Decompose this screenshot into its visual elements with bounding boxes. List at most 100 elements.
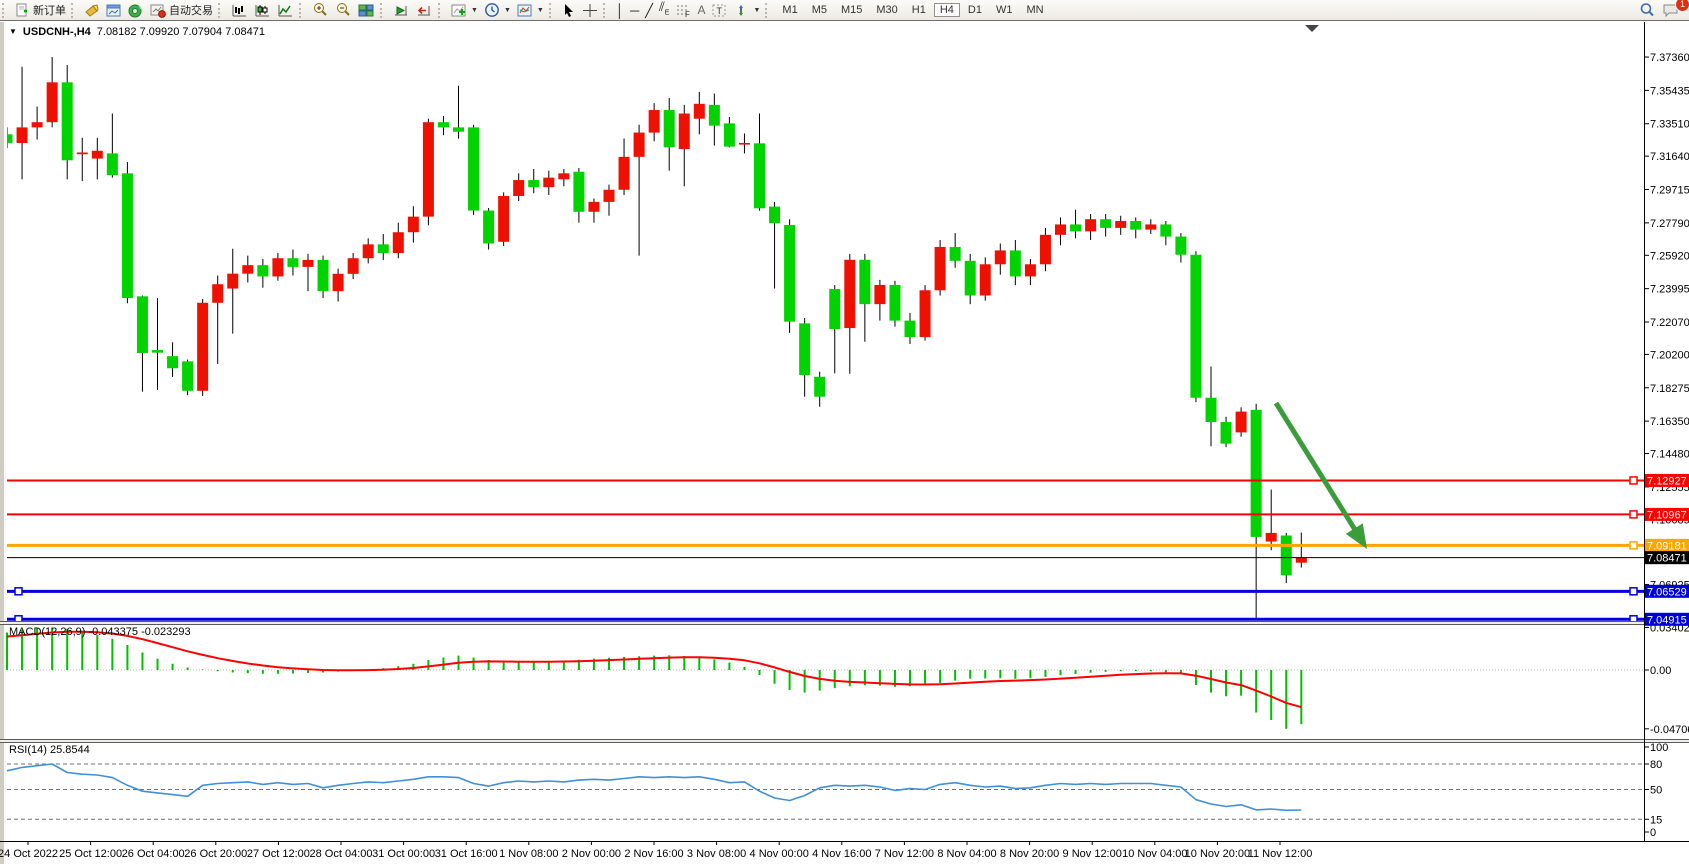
zoom-in-icon <box>312 2 329 18</box>
time-tick-label: 4 Nov 16:00 <box>812 848 871 860</box>
chevron-down-icon: ▼ <box>753 7 760 14</box>
rsi-tick-label: 0 <box>1650 827 1656 839</box>
chevron-down-icon: ▼ <box>504 7 511 14</box>
toolbar-grip[interactable] <box>438 3 445 18</box>
toolbar-grip[interactable] <box>71 3 78 18</box>
candle-body <box>1266 533 1277 542</box>
rsi-tick-label: 100 <box>1650 742 1668 754</box>
auto-scroll-button[interactable] <box>390 1 413 20</box>
cursor-icon <box>562 3 576 18</box>
line-chart-button[interactable] <box>274 1 297 20</box>
zoom-in-button[interactable] <box>309 1 332 20</box>
toolbar-grip[interactable] <box>603 3 610 18</box>
time-tick-label: 2 Nov 16:00 <box>624 848 683 860</box>
bar-chart-button[interactable] <box>228 1 251 20</box>
zoom-out-button[interactable] <box>332 1 355 20</box>
collapse-icon[interactable]: ▼ <box>9 27 17 36</box>
tile-windows-button[interactable] <box>355 1 378 20</box>
horizontal-line-button[interactable]: ─ <box>627 1 642 20</box>
metaeditor-button[interactable] <box>81 1 103 20</box>
line-handle[interactable] <box>1630 511 1637 518</box>
candle-body <box>468 127 479 210</box>
pane-splitter[interactable] <box>0 621 1689 625</box>
candle-body <box>573 172 584 212</box>
candle-body <box>483 211 494 244</box>
macd-indicator-label: MACD(12,26,9) -0.043375 -0.023293 <box>9 626 191 638</box>
tf-d1-button[interactable]: D1 <box>962 3 988 17</box>
horizontal-line-icon: ─ <box>630 4 639 17</box>
line-handle[interactable] <box>15 588 22 595</box>
fibonacci-button[interactable]: F <box>672 1 694 20</box>
time-axis[interactable]: 24 Oct 202225 Oct 12:0026 Oct 04:0026 Oc… <box>0 841 1312 860</box>
candle-body <box>1010 250 1021 276</box>
line-handle[interactable] <box>1630 477 1637 484</box>
hline-7.06529[interactable] <box>7 588 1644 595</box>
tf-m30-button[interactable]: M30 <box>870 3 903 17</box>
shift-marker-icon[interactable] <box>1305 25 1319 32</box>
toolbar-grip[interactable] <box>549 3 556 18</box>
search-button[interactable] <box>1636 1 1659 20</box>
candle-body <box>709 105 720 126</box>
time-tick-label: 26 Oct 20:00 <box>184 848 247 860</box>
candlestick-chart-button[interactable] <box>251 1 274 20</box>
time-tick-label: 25 Oct 12:00 <box>59 848 122 860</box>
candle-body <box>408 217 419 233</box>
equidistant-channel-button[interactable]: ⫽E <box>656 1 672 20</box>
time-tick-label: 28 Oct 04:00 <box>310 848 373 860</box>
pane-splitter[interactable] <box>0 739 1689 743</box>
templates-button[interactable]: ▼ <box>514 1 547 20</box>
candle-body <box>1145 224 1156 229</box>
arrow-annotation[interactable] <box>1276 403 1367 549</box>
cursor-button[interactable] <box>559 1 579 20</box>
candle-body <box>905 321 916 337</box>
crosshair-button[interactable] <box>579 1 601 20</box>
price-axis[interactable]: 7.373607.354357.335107.316407.297157.277… <box>1644 52 1689 839</box>
candle-body <box>995 250 1006 264</box>
periods-button[interactable]: ▼ <box>481 1 514 20</box>
candle-body <box>92 151 103 159</box>
toolbar-grip[interactable] <box>299 3 306 18</box>
bar-chart-icon <box>231 3 248 18</box>
trendline-button[interactable]: ╱ <box>642 1 656 20</box>
candle-body <box>965 261 976 296</box>
rsi-tick-label: 80 <box>1650 759 1662 771</box>
tf-h4-button[interactable]: H4 <box>934 3 960 17</box>
candle-body <box>558 173 569 179</box>
line-handle[interactable] <box>1630 542 1637 549</box>
candle-body <box>1115 221 1126 228</box>
candle-body <box>634 133 645 157</box>
toolbar-grip[interactable] <box>2 3 9 18</box>
chart-shift-button[interactable] <box>413 1 436 20</box>
hline-7.10967[interactable] <box>7 511 1644 518</box>
autotrading-button[interactable]: 自动交易 <box>147 1 216 20</box>
new-order-button[interactable]: 新订单 <box>12 1 69 20</box>
hline-7.12927[interactable] <box>7 477 1644 484</box>
market-watch-button[interactable] <box>103 1 125 20</box>
chat-button[interactable]: 1 <box>1659 1 1683 20</box>
candle-body <box>242 265 253 273</box>
candle-body <box>889 285 900 321</box>
navigator-button[interactable] <box>125 1 147 20</box>
tf-mn-button[interactable]: MN <box>1020 3 1049 17</box>
candle-body <box>784 225 795 322</box>
tf-m15-button[interactable]: M15 <box>835 3 868 17</box>
tf-h1-button[interactable]: H1 <box>906 3 932 17</box>
tf-w1-button[interactable]: W1 <box>990 3 1019 17</box>
text-icon: A <box>697 4 705 17</box>
tf-m5-button[interactable]: M5 <box>806 3 833 17</box>
indicators-button[interactable]: ▼ <box>448 1 481 20</box>
text-label-button[interactable]: T <box>708 1 730 20</box>
time-tick-label: 8 Nov 20:00 <box>1000 848 1059 860</box>
toolbar-grip[interactable] <box>380 3 387 18</box>
chart-canvas[interactable]: 7.373607.354357.335107.316407.297157.277… <box>0 0 1689 864</box>
shapes-button[interactable]: ▼ <box>730 1 763 20</box>
candle-body <box>694 104 705 119</box>
vertical-line-button[interactable]: │ <box>613 1 627 20</box>
text-button[interactable]: A <box>694 1 708 20</box>
candle-body <box>874 285 885 304</box>
toolbar-grip[interactable] <box>765 3 772 18</box>
line-handle[interactable] <box>1630 588 1637 595</box>
tf-m1-button[interactable]: M1 <box>776 3 803 17</box>
hline-7.09181[interactable] <box>7 542 1644 549</box>
toolbar-grip[interactable] <box>218 3 225 18</box>
